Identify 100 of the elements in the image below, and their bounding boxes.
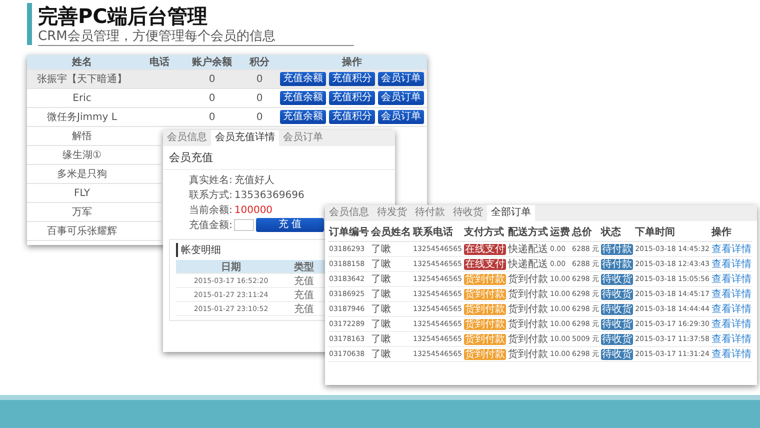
column-header: 操作 — [340, 56, 363, 69]
table-cell: 了嗽 — [370, 346, 412, 362]
slide-title: 完善PC端后台管理 — [38, 3, 208, 29]
details-link[interactable]: 查看详情 — [711, 334, 752, 345]
payment-badge: 货到付款 — [464, 348, 506, 360]
balance-value: 100000 — [234, 204, 273, 216]
tab[interactable]: 会员充值详情 — [211, 130, 279, 146]
column-header: 运费 — [549, 223, 572, 242]
table-cell: 了嗽 — [370, 302, 412, 316]
details-link[interactable]: 查看详情 — [711, 319, 752, 330]
status-badge: 待收货 — [601, 288, 634, 300]
payment-badge: 货到付款 — [464, 304, 506, 314]
tab[interactable]: 待发货 — [373, 205, 411, 221]
column-header: 状态 — [600, 223, 634, 242]
status-badge: 待付款 — [601, 258, 634, 270]
status-badge: 待收货 — [601, 304, 634, 314]
status-badge: 待付款 — [601, 244, 634, 254]
table-cell-text: 张振宇【天下暗通】 — [36, 72, 128, 86]
column-header: 类型 — [293, 260, 315, 274]
table-cell: 了嗽 — [370, 332, 412, 346]
tab[interactable]: 待付款 — [411, 205, 449, 221]
member-row[interactable]: FLY — [27, 184, 161, 203]
field-label: 联系方式: — [189, 188, 232, 202]
action-button[interactable]: 会员订单 — [378, 91, 424, 105]
tab[interactable]: 会员订单 — [279, 130, 327, 146]
input-field[interactable] — [234, 219, 254, 231]
tab[interactable]: 全部订单 — [487, 205, 535, 221]
column-header: 配送方式 — [507, 223, 549, 242]
table-cell-text: 充值 — [293, 274, 315, 288]
field-value: 13536369696 — [234, 190, 304, 200]
table-cell: 货到付款 — [507, 332, 549, 346]
column-header: 总价 — [571, 223, 600, 242]
tab[interactable]: 待收货 — [449, 205, 487, 221]
member-row[interactable]: 万军 — [27, 203, 161, 222]
column-header: 下单时间 — [634, 223, 710, 242]
recharge-button[interactable]: 充 值 — [256, 218, 324, 232]
table-cell-text: 百事可乐张耀辉 — [46, 224, 118, 238]
column-header: 电话 — [148, 56, 170, 69]
panel-heading: 会员充值 — [163, 146, 395, 170]
table-cell-text: 解悟 — [71, 130, 93, 143]
table-cell-text: 缘生湖① — [62, 148, 102, 162]
details-link[interactable]: 查看详情 — [711, 259, 752, 270]
member-row[interactable]: 多米是只狗 — [27, 165, 161, 184]
action-button[interactable]: 充值余额 — [280, 91, 326, 105]
member-row[interactable]: 缘生湖① — [27, 146, 161, 165]
status-badge: 待收货 — [601, 334, 634, 344]
table-cell: 了嗽 — [370, 316, 412, 332]
action-button[interactable]: 充值余额 — [280, 110, 326, 124]
action-button[interactable]: 充值积分 — [329, 91, 375, 105]
tab[interactable]: 会员信息 — [325, 205, 373, 221]
details-link[interactable]: 查看详情 — [711, 289, 752, 300]
table-cell-text: 充值 — [293, 288, 315, 302]
slide-subtitle: CRM会员管理，方便管理每个会员的信息 — [38, 29, 354, 46]
action-button[interactable]: 会员订单 — [378, 72, 424, 86]
member-row[interactable]: 解悟 — [27, 127, 161, 146]
field-value: 充值好人 — [234, 174, 274, 187]
field-label: 真实姓名: — [189, 174, 232, 187]
table-cell-text: 万军 — [71, 206, 93, 219]
action-button[interactable]: 充值余额 — [280, 72, 326, 86]
details-link[interactable]: 查看详情 — [711, 244, 752, 255]
table-cell-text: 0 — [208, 74, 216, 84]
column-header: 联系电话 — [412, 223, 463, 242]
details-link[interactable]: 查看详情 — [711, 349, 752, 360]
table-cell-text: 0 — [208, 92, 216, 104]
field-label: 充值金额: — [189, 218, 232, 232]
column-header: 支付方式 — [463, 223, 507, 242]
action-button[interactable]: 充值积分 — [329, 110, 375, 124]
payment-badge: 货到付款 — [464, 274, 506, 284]
member-row[interactable]: Eric 0 0 充值余额 充值积分 会员订单 — [27, 89, 427, 108]
payment-badge: 货到付款 — [464, 318, 506, 330]
field-label: 当前余额: — [189, 204, 232, 217]
table-cell: 了嗽 — [370, 272, 412, 286]
action-button[interactable]: 会员订单 — [378, 110, 424, 124]
column-header: 姓名 — [70, 56, 93, 69]
status-badge: 待收货 — [601, 348, 634, 360]
status-badge: 待收货 — [601, 274, 634, 284]
payment-badge: 在线支付 — [464, 244, 506, 254]
table-cell-text: 微任务Jimmy L — [46, 111, 118, 124]
table-cell-text: 0 — [208, 112, 216, 122]
table-cell: 了嗽 — [370, 256, 412, 272]
table-cell: 快递配送 — [507, 256, 549, 272]
column-header: 会员姓名 — [370, 223, 412, 242]
table-cell: 了嗽 — [370, 286, 412, 302]
column-header: 订单编号 — [328, 223, 370, 242]
member-row[interactable]: 张振宇【天下暗通】 0 0 充值余额 充值积分 会员订单 — [27, 70, 427, 89]
column-header: 积分 — [248, 56, 270, 69]
member-row[interactable]: 微任务Jimmy L 0 0 充值余额 充值积分 会员订单 — [27, 108, 427, 127]
details-link[interactable]: 查看详情 — [711, 304, 752, 315]
table-cell-text: 0 — [255, 74, 264, 84]
member-row[interactable]: 百事可乐张耀辉 — [27, 222, 161, 241]
action-button[interactable]: 充值积分 — [329, 72, 375, 86]
column-header: 账户余额 — [191, 55, 233, 69]
tab[interactable]: 会员信息 — [163, 130, 211, 146]
table-cell-text: FLY — [72, 188, 92, 198]
table-cell: 货到付款 — [507, 302, 549, 316]
details-link[interactable]: 查看详情 — [711, 274, 752, 285]
table-cell-text: 0 — [255, 112, 264, 122]
table-cell: 货到付款 — [507, 286, 549, 302]
table-cell: 快递配送 — [507, 242, 549, 256]
column-header: 操作 — [710, 223, 752, 242]
